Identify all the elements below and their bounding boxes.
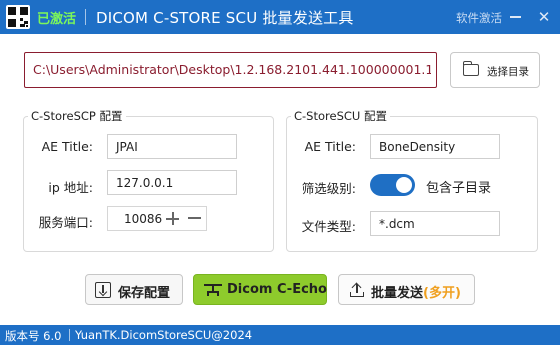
scp-ae-input[interactable]: JPAI bbox=[107, 134, 237, 159]
scp-config-title: C-StoreSCP 配置 bbox=[28, 108, 126, 124]
close-icon[interactable]: ✕ bbox=[534, 7, 554, 27]
scu-config-title: C-StoreSCU 配置 bbox=[291, 108, 390, 124]
scp-port-value: 10086 bbox=[124, 212, 163, 226]
app-logo-icon bbox=[6, 5, 30, 29]
scp-ip-label: ip 地址: bbox=[48, 180, 93, 195]
scu-ae-label: AE Title: bbox=[304, 139, 356, 154]
title-divider bbox=[85, 9, 86, 25]
copyright-text: YuanTK.DicomStoreSCU@2024 bbox=[75, 328, 253, 342]
include-subdirs-toggle[interactable] bbox=[370, 174, 415, 196]
software-activate-link[interactable]: 软件激活 bbox=[456, 10, 502, 26]
browse-directory-button[interactable]: 选择目录 bbox=[450, 52, 540, 88]
c-echo-label: Dicom C-Echo bbox=[227, 282, 327, 297]
folder-icon bbox=[462, 61, 479, 76]
port-increment-plus-icon[interactable] bbox=[166, 212, 179, 225]
toggle-knob bbox=[396, 177, 412, 193]
minimize-icon[interactable] bbox=[510, 16, 521, 18]
scu-ae-input[interactable]: BoneDensity bbox=[370, 134, 500, 159]
directory-path-input[interactable]: C:\Users\Administrator\Desktop\1.2.168.2… bbox=[24, 52, 437, 88]
scp-ip-input[interactable]: 127.0.0.1 bbox=[107, 170, 237, 195]
title-bar: 已激活 DICOM C-STORE SCU 批量发送工具 软件激活 ✕ bbox=[0, 0, 560, 34]
batch-send-label: 批量发送 bbox=[371, 286, 424, 301]
batch-send-button[interactable]: 批量发送(多开) bbox=[338, 274, 475, 305]
status-bar: 版本号 6.0 YuanTK.DicomStoreSCU@2024 bbox=[0, 325, 560, 345]
port-decrement-minus-icon[interactable] bbox=[188, 217, 201, 219]
save-config-button[interactable]: 保存配置 bbox=[85, 274, 183, 305]
batch-send-text: 批量发送(多开) bbox=[371, 282, 461, 301]
scu-filetype-input[interactable]: *.dcm bbox=[370, 211, 500, 236]
scp-port-label: 服务端口: bbox=[38, 215, 93, 230]
version-text: 版本号 6.0 bbox=[5, 329, 62, 343]
network-icon bbox=[204, 284, 222, 296]
status-divider bbox=[69, 329, 70, 341]
browse-directory-label: 选择目录 bbox=[487, 66, 529, 78]
c-echo-button[interactable]: Dicom C-Echo bbox=[193, 274, 327, 305]
window-title: DICOM C-STORE SCU 批量发送工具 bbox=[96, 9, 354, 27]
directory-path-value: C:\Users\Administrator\Desktop\1.2.168.2… bbox=[33, 62, 431, 77]
upload-icon bbox=[349, 282, 365, 298]
save-icon bbox=[95, 282, 111, 298]
include-subdirs-label: 包含子目录 bbox=[426, 181, 492, 196]
scu-filter-label: 筛选级别: bbox=[301, 181, 356, 196]
scp-ae-label: AE Title: bbox=[41, 139, 93, 154]
batch-send-suffix: (多开) bbox=[423, 286, 461, 301]
save-config-label: 保存配置 bbox=[118, 286, 171, 301]
scu-filetype-label: 文件类型: bbox=[301, 219, 356, 234]
activated-status: 已激活 bbox=[37, 12, 77, 27]
